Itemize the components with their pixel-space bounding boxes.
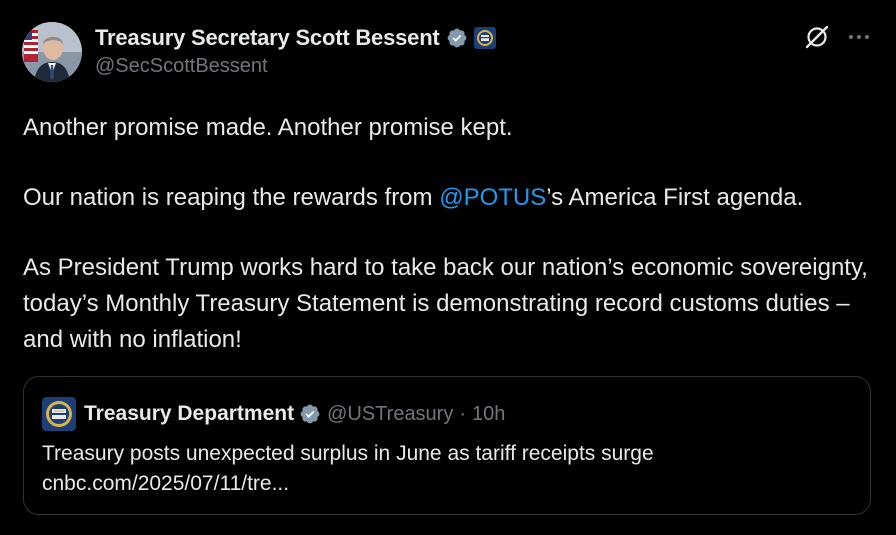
grok-icon[interactable] [802,22,832,52]
more-options-button[interactable] [844,22,874,52]
tweet-line-2: Our nation is reaping the rewards from @… [23,180,873,216]
tweet-line-2-before: Our nation is reaping the rewards from [23,184,440,211]
tweet-line-2-after: ’s America First agenda. [546,184,804,211]
author-name-row: Treasury Secretary Scott Bessent [95,24,496,52]
tweet-line-3: As President Trump works hard to take ba… [23,254,868,353]
author-display-name[interactable]: Treasury Secretary Scott Bessent [95,25,440,51]
potus-mention-link[interactable]: @POTUS [439,184,546,211]
author-handle[interactable]: @SecScottBessent [95,55,268,78]
verified-badge-icon[interactable] [446,27,468,49]
quoted-tweet-header: Treasury Department @USTreasury · 10h [42,397,505,431]
quoted-display-name[interactable]: Treasury Department [84,402,294,426]
quoted-timestamp[interactable]: 10h [472,403,505,426]
tweet[interactable]: Treasury Secretary Scott Bessent @SecSco… [0,0,896,535]
tweet-line-1: Another promise made. Another promise ke… [23,114,513,141]
quoted-headline: Treasury posts unexpected surplus in Jun… [42,442,654,465]
tweet-text: Another promise made. Another promise ke… [23,110,873,358]
author-photo [22,22,82,82]
quoted-separator: · [459,402,467,425]
quoted-verified-badge-icon[interactable] [299,403,321,425]
treasury-seal-icon[interactable] [473,27,496,49]
more-dots-icon [849,35,869,39]
treasury-avatar[interactable] [42,397,76,431]
author-avatar[interactable] [22,22,82,82]
quoted-tweet-text: Treasury posts unexpected surplus in Jun… [42,439,842,499]
quoted-link[interactable]: cnbc.com/2025/07/11/tre... [42,469,842,499]
quoted-handle[interactable]: @USTreasury [327,403,453,426]
quoted-tweet-card[interactable]: Treasury Department @USTreasury · 10h Tr… [23,376,871,515]
